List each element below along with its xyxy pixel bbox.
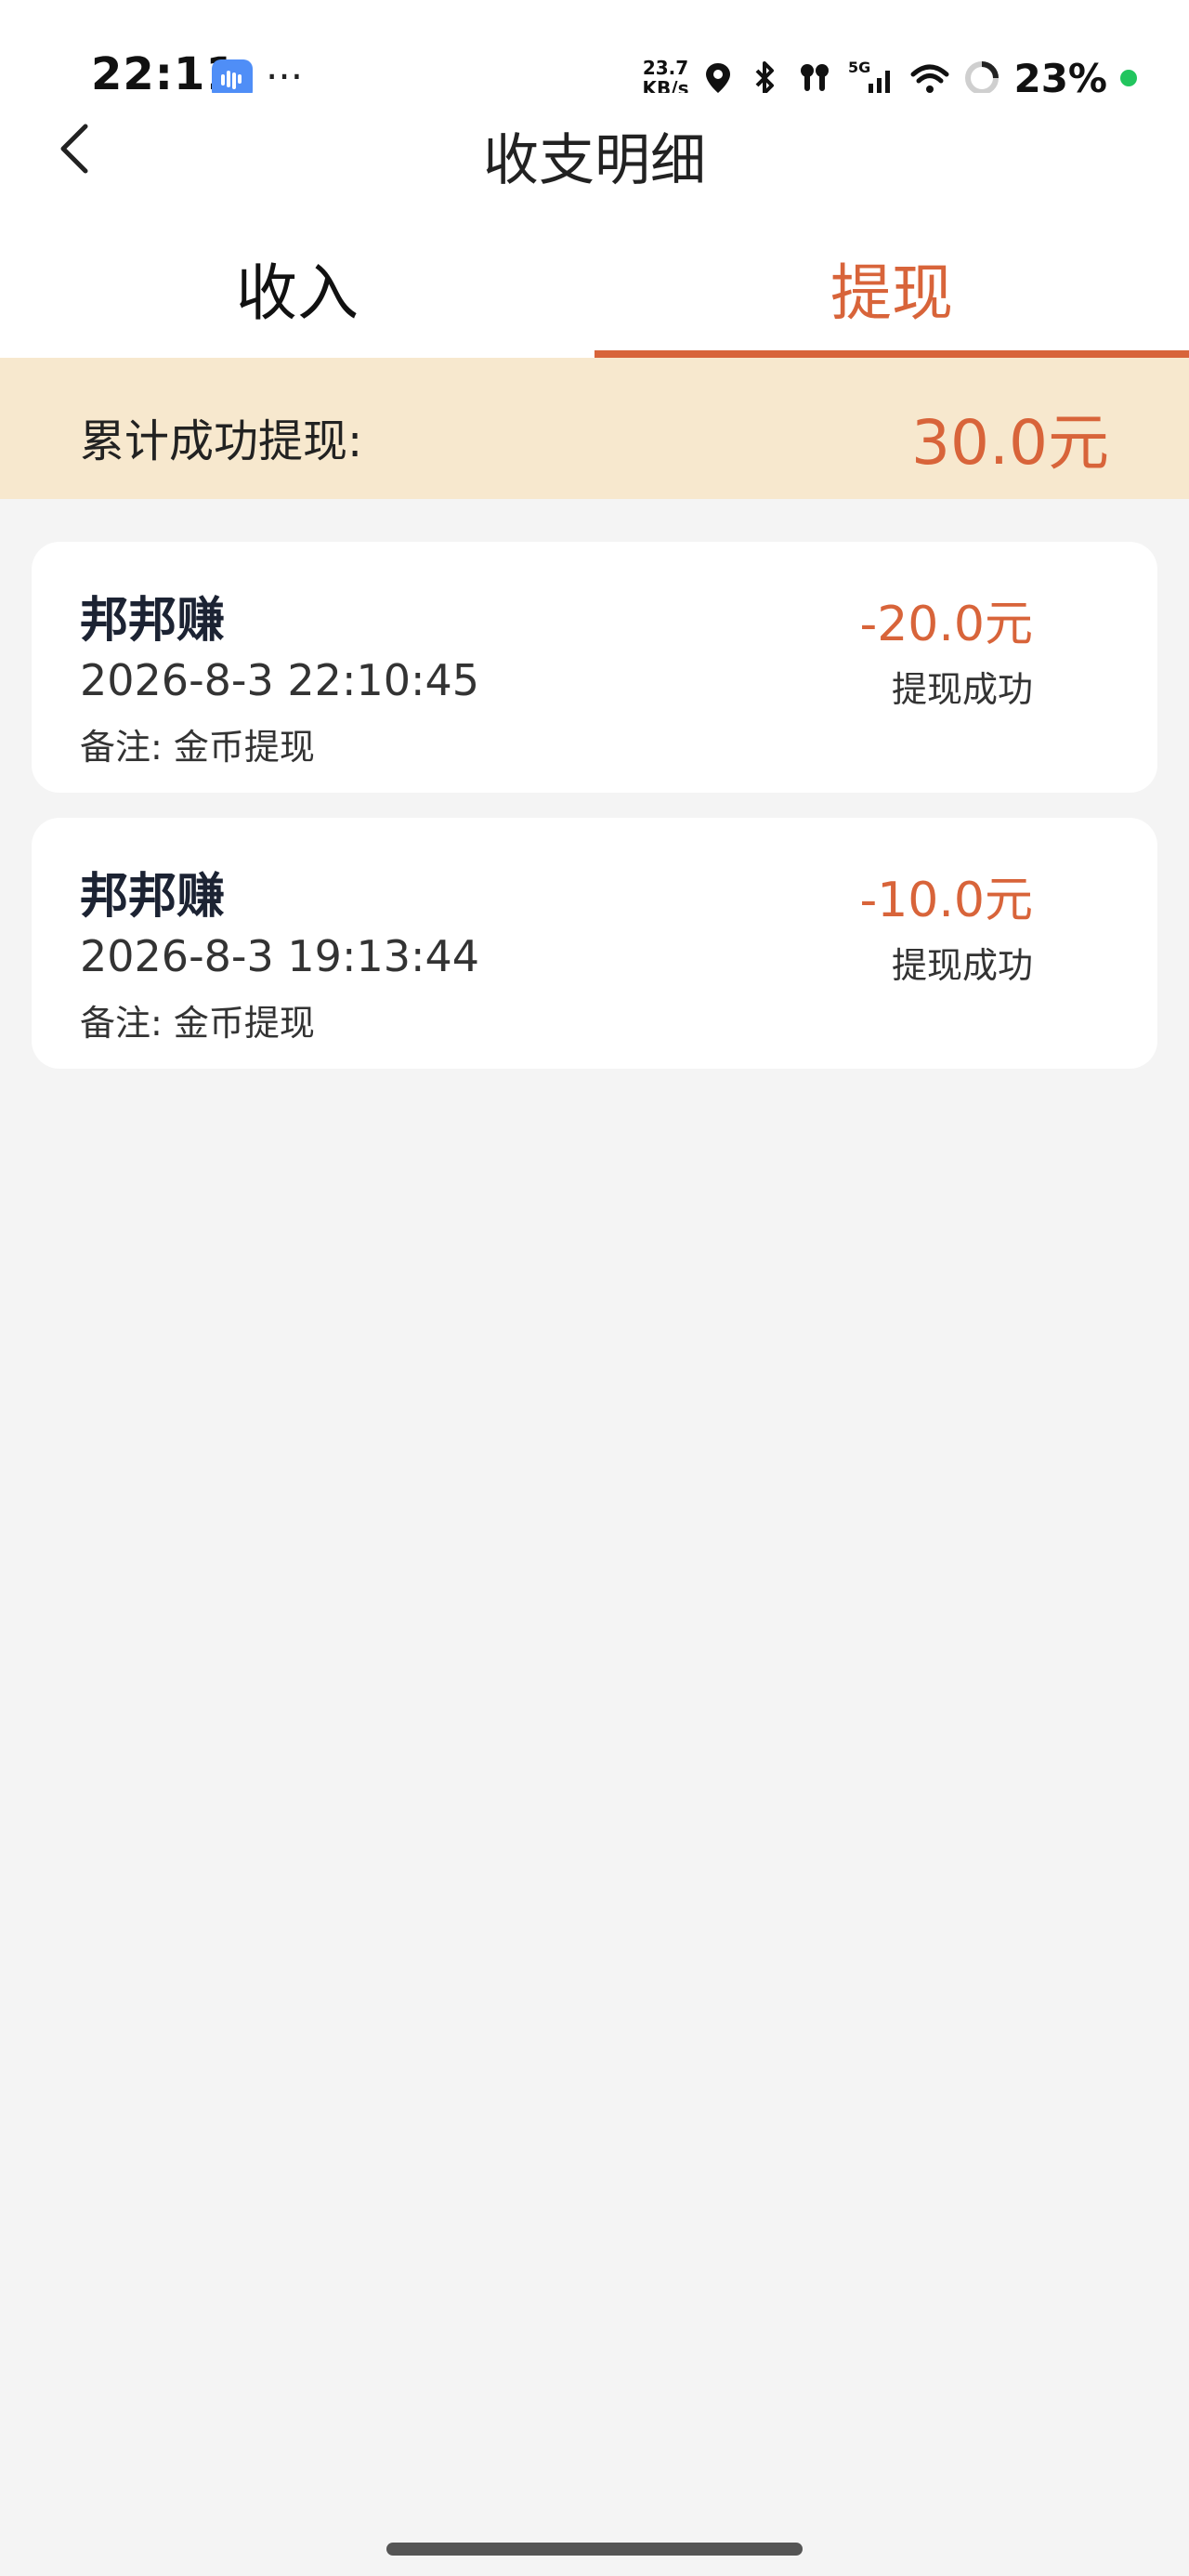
- tab-income[interactable]: 收入: [0, 218, 594, 358]
- record-remark: 备注: 金币提现: [80, 727, 315, 768]
- tab-bar: 收入 提现: [0, 218, 1189, 358]
- withdraw-summary: 累计成功提现: 30.0元: [0, 358, 1189, 499]
- record-amount: -10.0元: [859, 873, 1033, 928]
- nav-header: 收支明细: [0, 93, 1189, 218]
- withdraw-record-list: 邦邦赚 2026-8-3 22:10:45 备注: 金币提现 -20.0元 提现…: [32, 542, 1157, 1094]
- record-card[interactable]: 邦邦赚 2026-8-3 19:13:44 备注: 金币提现 -10.0元 提现…: [32, 818, 1157, 1069]
- tab-withdraw-label: 提现: [830, 257, 953, 329]
- record-time: 2026-8-3 22:10:45: [80, 655, 480, 705]
- record-source: 邦邦赚: [80, 593, 226, 649]
- tab-income-label: 收入: [236, 257, 359, 329]
- network-type: 5G: [848, 59, 870, 76]
- record-amount: -20.0元: [859, 597, 1033, 652]
- summary-label: 累计成功提现:: [80, 415, 363, 467]
- home-indicator[interactable]: [386, 2543, 803, 2556]
- record-source: 邦邦赚: [80, 869, 226, 925]
- wifi-icon: [910, 64, 949, 93]
- record-remark: 备注: 金币提现: [80, 1003, 315, 1044]
- summary-amount: 30.0元: [911, 407, 1109, 479]
- earbuds-icon: [801, 64, 830, 91]
- record-status: 提现成功: [891, 945, 1033, 986]
- record-card[interactable]: 邦邦赚 2026-8-3 22:10:45 备注: 金币提现 -20.0元 提现…: [32, 542, 1157, 793]
- loading-icon: [965, 61, 1000, 95]
- signal-icon: 5G: [848, 59, 891, 95]
- page-title: 收支明细: [483, 128, 706, 193]
- battery-indicator-dot: [1120, 70, 1137, 86]
- record-time: 2026-8-3 19:13:44: [80, 931, 480, 981]
- tab-withdraw[interactable]: 提现: [594, 218, 1189, 358]
- net-speed-value: 23.7: [642, 57, 689, 79]
- location-icon: [706, 63, 731, 93]
- bluetooth-icon: [756, 61, 775, 95]
- tab-active-underline: [594, 350, 1189, 358]
- record-status: 提现成功: [891, 669, 1033, 710]
